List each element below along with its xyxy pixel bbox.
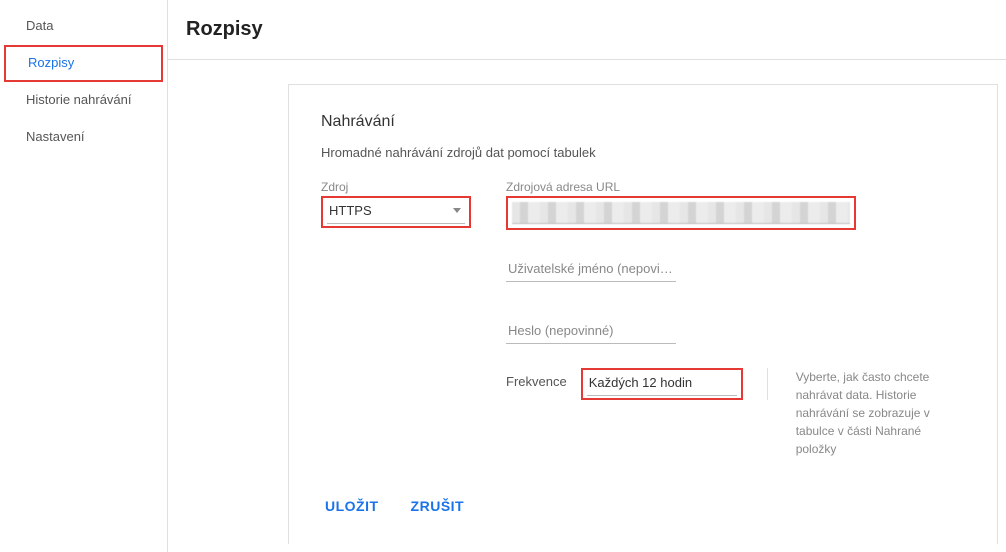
frequency-value: Každých 12 hodin xyxy=(589,375,692,390)
username-input[interactable]: Uživatelské jméno (nepovinn… xyxy=(506,256,676,282)
url-label: Zdrojová adresa URL xyxy=(506,180,856,194)
card-footer: ULOŽIT ZRUŠIT xyxy=(321,492,965,520)
source-label: Zdroj xyxy=(321,180,471,194)
source-highlight: HTTPS xyxy=(321,196,471,228)
page-title: Rozpisy xyxy=(186,18,1006,41)
sidebar-item-nastaveni[interactable]: Nastavení xyxy=(0,119,167,156)
page-header: Rozpisy xyxy=(168,0,1006,60)
cancel-button[interactable]: ZRUŠIT xyxy=(407,492,469,520)
card-subtitle: Hromadné nahrávání zdrojů dat pomocí tab… xyxy=(321,145,965,160)
main-area: Rozpisy Nahrávání Hromadné nahrávání zdr… xyxy=(168,0,1006,552)
frequency-select[interactable]: Každých 12 hodin xyxy=(587,370,737,396)
frequency-highlight: Každých 12 hodin xyxy=(581,368,743,400)
url-highlight xyxy=(506,196,856,230)
frequency-hint: Vyberte, jak často chcete nahrávat data.… xyxy=(796,368,965,458)
url-input[interactable] xyxy=(512,202,850,224)
upload-card: Nahrávání Hromadné nahrávání zdrojů dat … xyxy=(288,84,998,544)
sidebar-item-rozpisy[interactable]: Rozpisy xyxy=(4,45,163,82)
frequency-label: Frekvence xyxy=(506,368,567,389)
source-select[interactable]: HTTPS xyxy=(327,198,465,224)
sidebar-item-data[interactable]: Data xyxy=(0,8,167,45)
source-value: HTTPS xyxy=(329,203,372,218)
save-button[interactable]: ULOŽIT xyxy=(321,492,383,520)
sidebar-item-historie[interactable]: Historie nahrávání xyxy=(0,82,167,119)
password-input[interactable]: Heslo (nepovinné) xyxy=(506,318,676,344)
content: Nahrávání Hromadné nahrávání zdrojů dat … xyxy=(168,60,1006,552)
sidebar: Data Rozpisy Historie nahrávání Nastaven… xyxy=(0,0,168,552)
chevron-down-icon xyxy=(453,208,461,213)
card-title: Nahrávání xyxy=(321,113,965,131)
